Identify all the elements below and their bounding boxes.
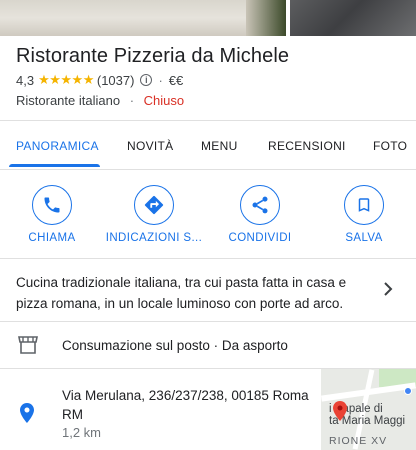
photo-side[interactable] [290,0,416,36]
tab-novita[interactable]: NOVITÀ [127,139,173,153]
tab-foto[interactable]: FOTO [373,139,407,153]
directions-label: INDICAZIONI S... [105,232,203,244]
service-options: Consumazione sul posto · Da asporto [62,338,288,353]
category-row: Ristorante italiano · Chiuso [16,93,184,108]
description-row[interactable]: Cucina tradizionale italiana, tra cui pa… [0,259,416,321]
rating-row[interactable]: 4,3 ★★★★★ (1037) i · €€ [16,72,183,88]
reviews-count[interactable]: (1037) [97,73,135,88]
map-marker-dot [404,387,412,395]
map-thumbnail[interactable]: i Papale di ta Maria Maggi RIONE XV [321,369,416,450]
price-level: €€ [168,72,184,88]
info-icon[interactable]: i [140,74,153,86]
save-circle[interactable] [344,185,384,225]
bookmark-icon [358,198,370,212]
directions-button[interactable]: INDICAZIONI S... [104,185,204,244]
storefront-icon [18,336,38,354]
rating-value: 4,3 [16,72,35,88]
active-tab-indicator [9,164,100,167]
address-text: Via Merulana, 236/237/238, 00185 Roma RM [62,388,309,422]
phone-icon [44,197,60,213]
divider [0,169,416,170]
place-category: Ristorante italiano [16,93,121,108]
separator-dot: · [158,72,163,88]
share-label: CONDIVIDI [228,232,292,244]
call-circle[interactable] [32,185,72,225]
divider [0,120,416,121]
service-options-row[interactable]: Consumazione sul posto · Da asporto [0,322,416,368]
place-title: Ristorante Pizzeria da Michele [16,45,290,67]
description-text: Cucina tradizionale italiana, tra cui pa… [16,275,347,311]
chevron-right-icon[interactable] [382,281,394,297]
tab-panoramica[interactable]: PANORAMICA [16,139,99,153]
tab-menu[interactable]: MENU [201,139,238,153]
location-pin-icon [20,403,34,423]
rating-stars: ★★★★★ [38,72,94,87]
tab-recensioni[interactable]: RECENSIONI [268,139,346,153]
photo-main[interactable] [0,0,286,36]
share-button[interactable]: CONDIVIDI [210,185,310,244]
separator-dot: · [129,93,135,108]
map-district-label: RIONE XV [329,435,388,447]
tab-bar: PANORAMICA NOVITÀ MENU RECENSIONI FOTO [0,125,416,169]
call-button[interactable]: CHIAMA [2,185,102,244]
photo-strip[interactable] [0,0,416,36]
share-icon [252,196,268,214]
save-label: SALVA [345,232,383,244]
directions-icon [144,195,164,215]
map-pin-icon [333,401,347,421]
open-status: Chiuso [143,93,185,108]
save-button[interactable]: SALVA [314,185,414,244]
directions-circle[interactable] [134,185,174,225]
share-circle[interactable] [240,185,280,225]
call-label: CHIAMA [28,232,76,244]
distance: 1,2 km [62,425,102,440]
